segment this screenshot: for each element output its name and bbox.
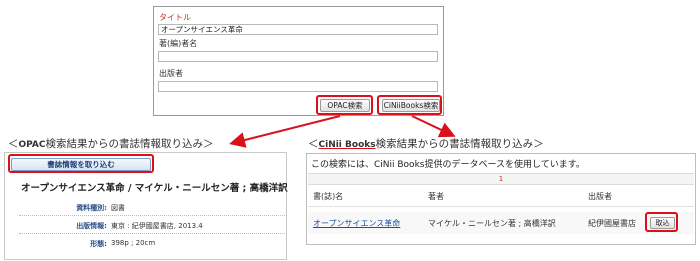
material-type-label: 資料種別:	[76, 204, 107, 212]
opac-detail-row: 形態: 398p ; 20cm	[19, 237, 285, 251]
opac-heading-bracket: ＜	[8, 138, 19, 150]
physical-description-value: 398p ; 20cm	[111, 239, 156, 247]
column-header-title: 書(誌)名	[313, 192, 344, 201]
opac-heading-text: 検索結果からの書誌情報取り込み＞	[45, 138, 214, 150]
result-publisher: 紀伊國屋書店	[588, 219, 636, 228]
page-number[interactable]: 1	[499, 175, 503, 183]
opac-record-title: オープンサイエンス革命 / マイケル・ニールセン著 ; 高橋洋訳	[21, 183, 288, 194]
opac-section-heading: ＜OPAC検索結果からの書誌情報取り込み＞	[8, 136, 214, 151]
import-button-highlight	[8, 154, 154, 173]
divider	[19, 215, 285, 216]
cinii-database-notice: この検索には、CiNii Books提供のデータベースを使用しています。	[311, 160, 585, 170]
publication-info-value: 東京 : 紀伊國屋書店, 2013.4	[111, 222, 203, 230]
divider	[19, 233, 285, 234]
result-author: マイケル・ニールセン著 ; 高橋洋訳	[428, 219, 556, 228]
cinii-heading-brand: CiNii Books	[318, 140, 376, 150]
arrow-to-cinii-section	[411, 115, 456, 138]
page-indicator: 1	[308, 173, 694, 185]
opac-heading-brand: OPAC	[18, 140, 46, 150]
cinii-heading-text: 検索結果からの書誌情報取り込み＞	[375, 138, 544, 150]
cinii-result-panel: この検索には、CiNii Books提供のデータベースを使用しています。 1 書…	[306, 153, 696, 245]
cinii-section-heading: ＜CiNii Books検索結果からの書誌情報取り込み＞	[308, 136, 544, 151]
material-type-value: 図書	[111, 204, 125, 212]
column-header-author: 著者	[428, 192, 444, 201]
opac-detail-row: 出版情報: 東京 : 紀伊國屋書店, 2013.4	[19, 219, 285, 233]
header-divider	[308, 206, 694, 207]
import-record-highlight	[645, 212, 678, 232]
cinii-heading-bracket: ＜	[308, 138, 319, 150]
physical-description-label: 形態:	[90, 240, 107, 248]
result-title-link[interactable]: オープンサイエンス革命	[313, 218, 400, 229]
opac-detail-row: 資料種別: 図書	[19, 201, 285, 215]
publication-info-label: 出版情報:	[76, 222, 107, 230]
column-header-publisher: 出版者	[588, 192, 612, 201]
